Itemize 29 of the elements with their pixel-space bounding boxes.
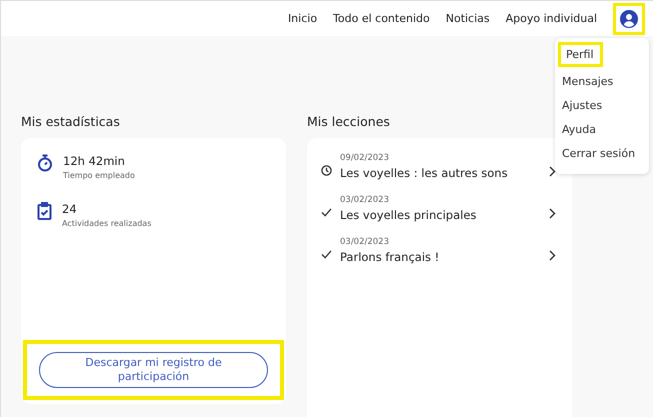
nav-link[interactable]: Todo el contenido <box>333 12 430 25</box>
menu-item[interactable]: Mensajes <box>562 72 614 91</box>
chevron-right-icon[interactable] <box>549 250 556 261</box>
nav-link[interactable]: Noticias <box>446 12 490 25</box>
nav-link[interactable]: Inicio <box>288 12 318 25</box>
clipboard-check-icon <box>37 202 52 220</box>
section-title: Mis lecciones <box>307 114 391 129</box>
lesson-date: 03/02/2023 <box>340 237 390 247</box>
lesson-date: 03/02/2023 <box>340 195 390 205</box>
lesson-title[interactable]: Parlons français ! <box>340 250 541 264</box>
stat-value: 12h 42min <box>63 154 126 168</box>
stat-label: Tiempo empleado <box>63 171 135 180</box>
lesson-date: 09/02/2023 <box>340 153 390 163</box>
lesson-title[interactable]: Les voyelles : les autres sons <box>340 166 541 180</box>
menu-item[interactable]: Ayuda <box>562 120 596 139</box>
stopwatch-icon <box>37 154 53 172</box>
chevron-right-icon[interactable] <box>549 208 556 219</box>
menu-item[interactable]: Ajustes <box>562 96 602 115</box>
lesson-title[interactable]: Les voyelles principales <box>340 208 541 222</box>
menu-item[interactable]: Cerrar sesión <box>562 144 636 163</box>
nav-link[interactable]: Apoyo individual <box>506 12 597 25</box>
section-title: Mis estadísticas <box>21 114 121 129</box>
stat-value: 24 <box>62 202 78 216</box>
profile-button[interactable] <box>613 2 645 34</box>
download-button[interactable]: Descargar mi registro de participación <box>39 352 268 388</box>
stat-label: Actividades realizadas <box>62 219 152 228</box>
menu-item[interactable]: Perfil <box>558 42 603 67</box>
chevron-right-icon[interactable] <box>549 166 556 177</box>
user-avatar-icon <box>620 10 638 28</box>
